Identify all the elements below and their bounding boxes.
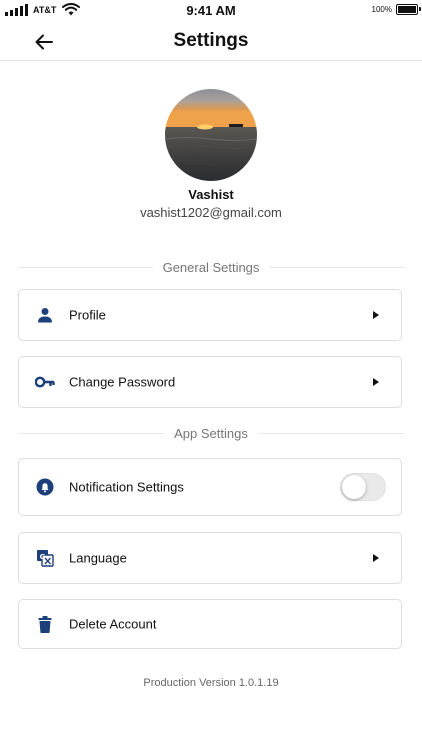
clock: 9:41 AM bbox=[186, 3, 236, 18]
battery-percent: 100% bbox=[371, 5, 392, 14]
toggle-knob bbox=[342, 475, 366, 499]
notification-toggle[interactable] bbox=[340, 473, 386, 501]
profile-name: Vashist bbox=[188, 187, 234, 202]
divider-line bbox=[257, 432, 404, 434]
divider-line bbox=[18, 266, 153, 268]
svg-text:G: G bbox=[40, 553, 46, 561]
section-general-settings: General Settings bbox=[18, 258, 404, 276]
person-icon bbox=[35, 305, 55, 325]
trash-icon bbox=[35, 614, 55, 634]
avatar[interactable] bbox=[165, 89, 257, 181]
section-app-settings: App Settings bbox=[18, 424, 404, 442]
battery-icon bbox=[396, 4, 421, 15]
version-label: Production Version 1.0.1.19 bbox=[143, 677, 279, 689]
item-label: Notification Settings bbox=[69, 479, 184, 495]
language-item[interactable]: G Language bbox=[18, 532, 402, 584]
item-label: Profile bbox=[69, 307, 106, 323]
chevron-right-icon bbox=[373, 311, 379, 319]
item-label: Change Password bbox=[69, 374, 176, 390]
item-label: Delete Account bbox=[69, 616, 157, 632]
section-label: General Settings bbox=[162, 259, 260, 275]
status-right: 100% bbox=[371, 4, 421, 15]
sunset-photo bbox=[165, 89, 257, 181]
profile-email: vashist1202@gmail.com bbox=[140, 205, 282, 220]
chevron-right-icon bbox=[373, 378, 379, 386]
chevron-right-icon bbox=[373, 554, 379, 562]
key-icon bbox=[35, 372, 55, 392]
divider-line bbox=[18, 432, 165, 434]
divider-line bbox=[269, 266, 404, 268]
delete-account-item[interactable]: Delete Account bbox=[18, 599, 402, 649]
page-title: Settings bbox=[173, 30, 249, 51]
status-bar: AT&T 9:41 AM 100% bbox=[0, 0, 422, 22]
profile-settings-item[interactable]: Profile bbox=[18, 289, 402, 341]
notification-settings-item: Notification Settings bbox=[18, 458, 402, 516]
settings-screen: AT&T 9:41 AM 100% Settings Vashist vashi… bbox=[0, 0, 422, 750]
item-label: Language bbox=[69, 550, 127, 566]
change-password-item[interactable]: Change Password bbox=[18, 356, 402, 408]
nav-header: Settings bbox=[0, 22, 422, 61]
translate-icon: G bbox=[35, 548, 55, 568]
bell-icon bbox=[35, 477, 55, 497]
section-label: App Settings bbox=[174, 425, 248, 441]
